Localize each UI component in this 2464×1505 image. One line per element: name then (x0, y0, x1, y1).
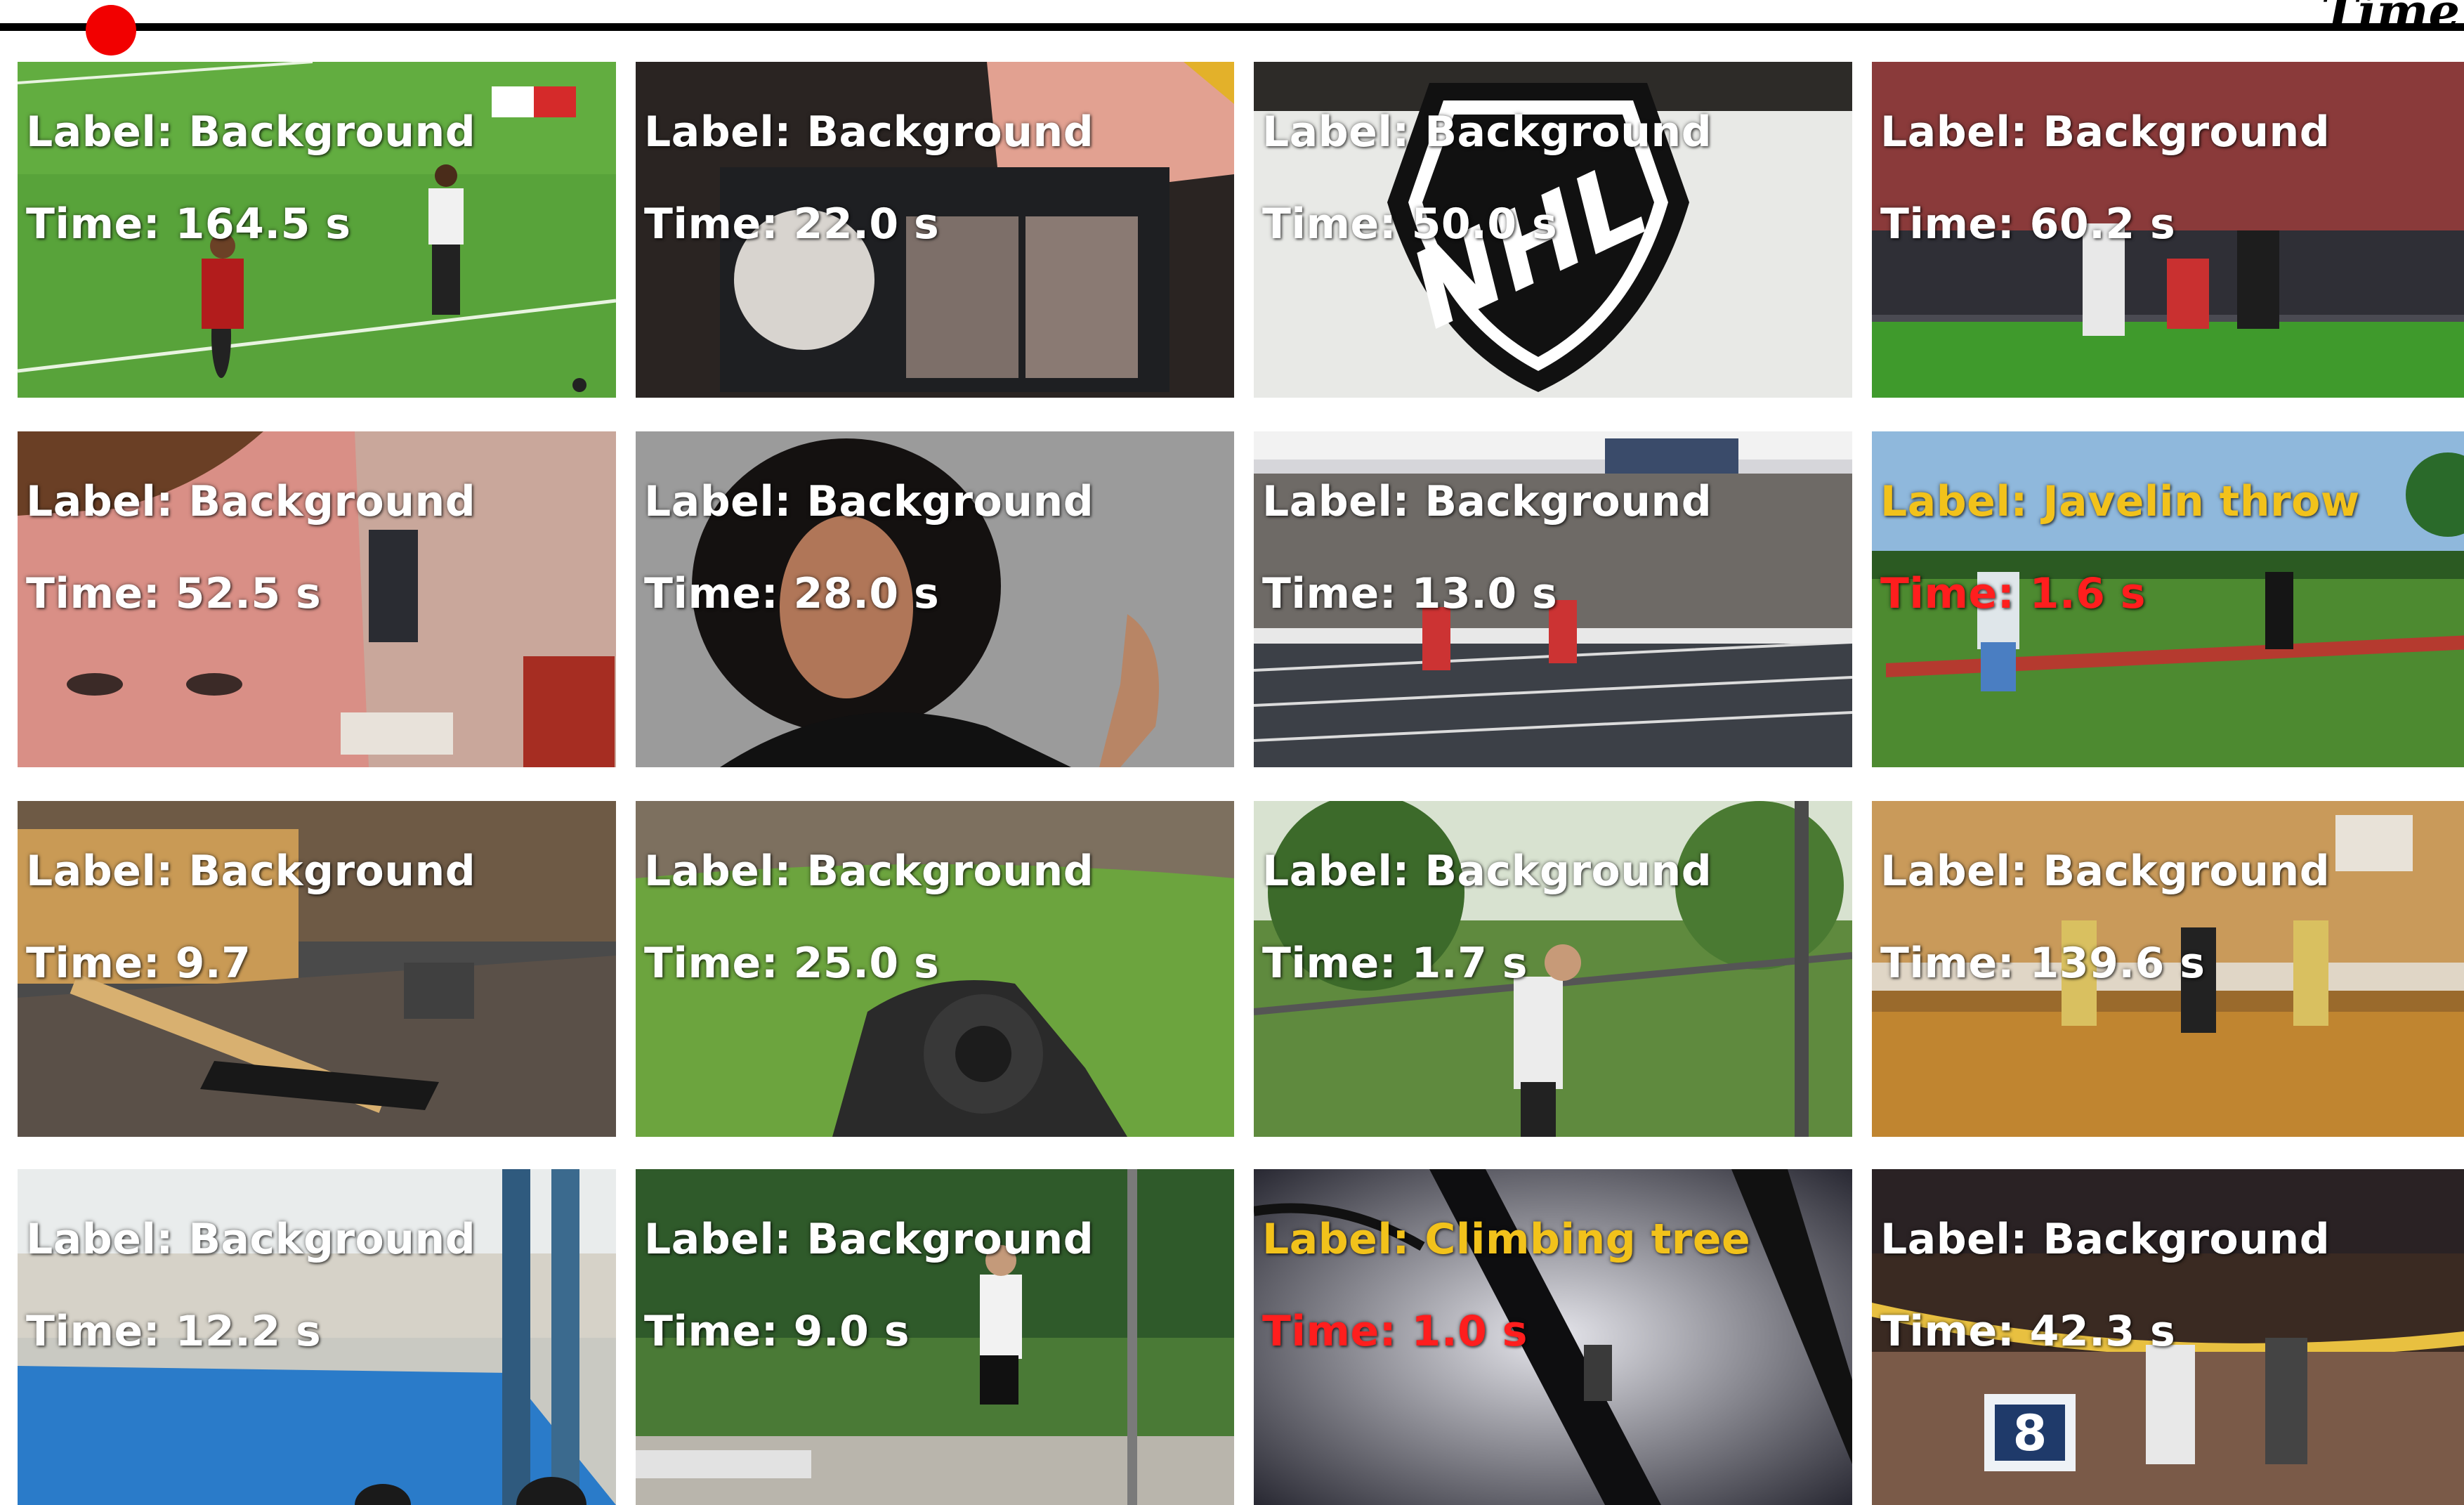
tile-label: Label: Background (1880, 847, 2331, 896)
timeline-marker[interactable] (85, 5, 136, 56)
tile-time: Time: 25.0 s (644, 939, 940, 988)
tile-time: Time: 1.7 s (1262, 939, 1528, 988)
tile-time: Time: 60.2 s (1880, 200, 2176, 249)
tile-time: Time: 9.7 (26, 939, 251, 988)
video-tile-11[interactable]: Label: Background Time: 1.7 s (1254, 801, 1852, 1137)
timeline-bar: Time (0, 0, 2464, 56)
tile-label: Label: Background (644, 847, 1094, 896)
jersey-number: 8 (2013, 1405, 2047, 1462)
tile-time: Time: 1.6 s (1880, 569, 2146, 618)
video-tile-1[interactable]: Label: Background Time: 164.5 s (18, 62, 616, 398)
tile-label: Label: Background (26, 477, 476, 526)
video-tile-12[interactable]: Label: Background Time: 139.6 s (1872, 801, 2464, 1137)
video-tile-13[interactable]: Label: Background Time: 12.2 s (18, 1169, 616, 1505)
tile-label: Label: Background (1262, 477, 1712, 526)
video-tile-4[interactable]: Label: Background Time: 60.2 s (1872, 62, 2464, 398)
video-tile-10[interactable]: Label: Background Time: 25.0 s (636, 801, 1234, 1137)
video-tile-8[interactable]: Label: Javelin throw Time: 1.6 s (1872, 431, 2464, 767)
tile-time: Time: 28.0 s (644, 569, 940, 618)
tile-label: Label: Background (1880, 1215, 2331, 1264)
video-tile-9[interactable]: Label: Background Time: 9.7 (18, 801, 616, 1137)
tile-time: Time: 13.0 s (1262, 569, 1558, 618)
tile-time: Time: 12.2 s (26, 1307, 322, 1356)
tile-label: Label: Javelin throw (1880, 477, 2360, 526)
tile-time: Time: 50.0 s (1262, 200, 1558, 249)
tile-label: Label: Background (26, 1215, 476, 1264)
tile-label: Label: Background (26, 107, 476, 157)
video-tile-6[interactable]: Label: Background Time: 28.0 s (636, 431, 1234, 767)
tile-time: Time: 52.5 s (26, 569, 322, 618)
tile-label: Label: Background (26, 847, 476, 896)
video-tile-16[interactable]: 8 Label: Background Time: 42.3 s (1872, 1169, 2464, 1505)
video-tile-15[interactable]: Label: Climbing tree Time: 1.0 s (1254, 1169, 1852, 1505)
video-tile-14[interactable]: Label: Background Time: 9.0 s (636, 1169, 1234, 1505)
tile-time: Time: 42.3 s (1880, 1307, 2176, 1356)
tile-label: Label: Background (644, 477, 1094, 526)
tile-label: Label: Background (1262, 847, 1712, 896)
tile-time: Time: 139.6 s (1880, 939, 2206, 988)
tile-label: Label: Background (644, 107, 1094, 157)
video-tile-7[interactable]: Label: Background Time: 13.0 s (1254, 431, 1852, 767)
video-tile-5[interactable]: Label: Background Time: 52.5 s (18, 431, 616, 767)
video-tile-3[interactable]: NHL Label: Background Time: 50.0 s (1254, 62, 1852, 398)
tile-time: Time: 1.0 s (1262, 1307, 1528, 1356)
tile-label: Label: Climbing tree (1262, 1215, 1751, 1264)
tile-label: Label: Background (1262, 107, 1712, 157)
video-tile-2[interactable]: Label: Background Time: 22.0 s (636, 62, 1234, 398)
timeline-line (0, 23, 2464, 31)
tile-label: Label: Background (1880, 107, 2331, 157)
tile-time: Time: 164.5 s (26, 200, 351, 249)
tile-time: Time: 9.0 s (644, 1307, 910, 1356)
timeline-title: Time (2321, 0, 2460, 41)
tile-time: Time: 22.0 s (644, 200, 940, 249)
tile-label: Label: Background (644, 1215, 1094, 1264)
